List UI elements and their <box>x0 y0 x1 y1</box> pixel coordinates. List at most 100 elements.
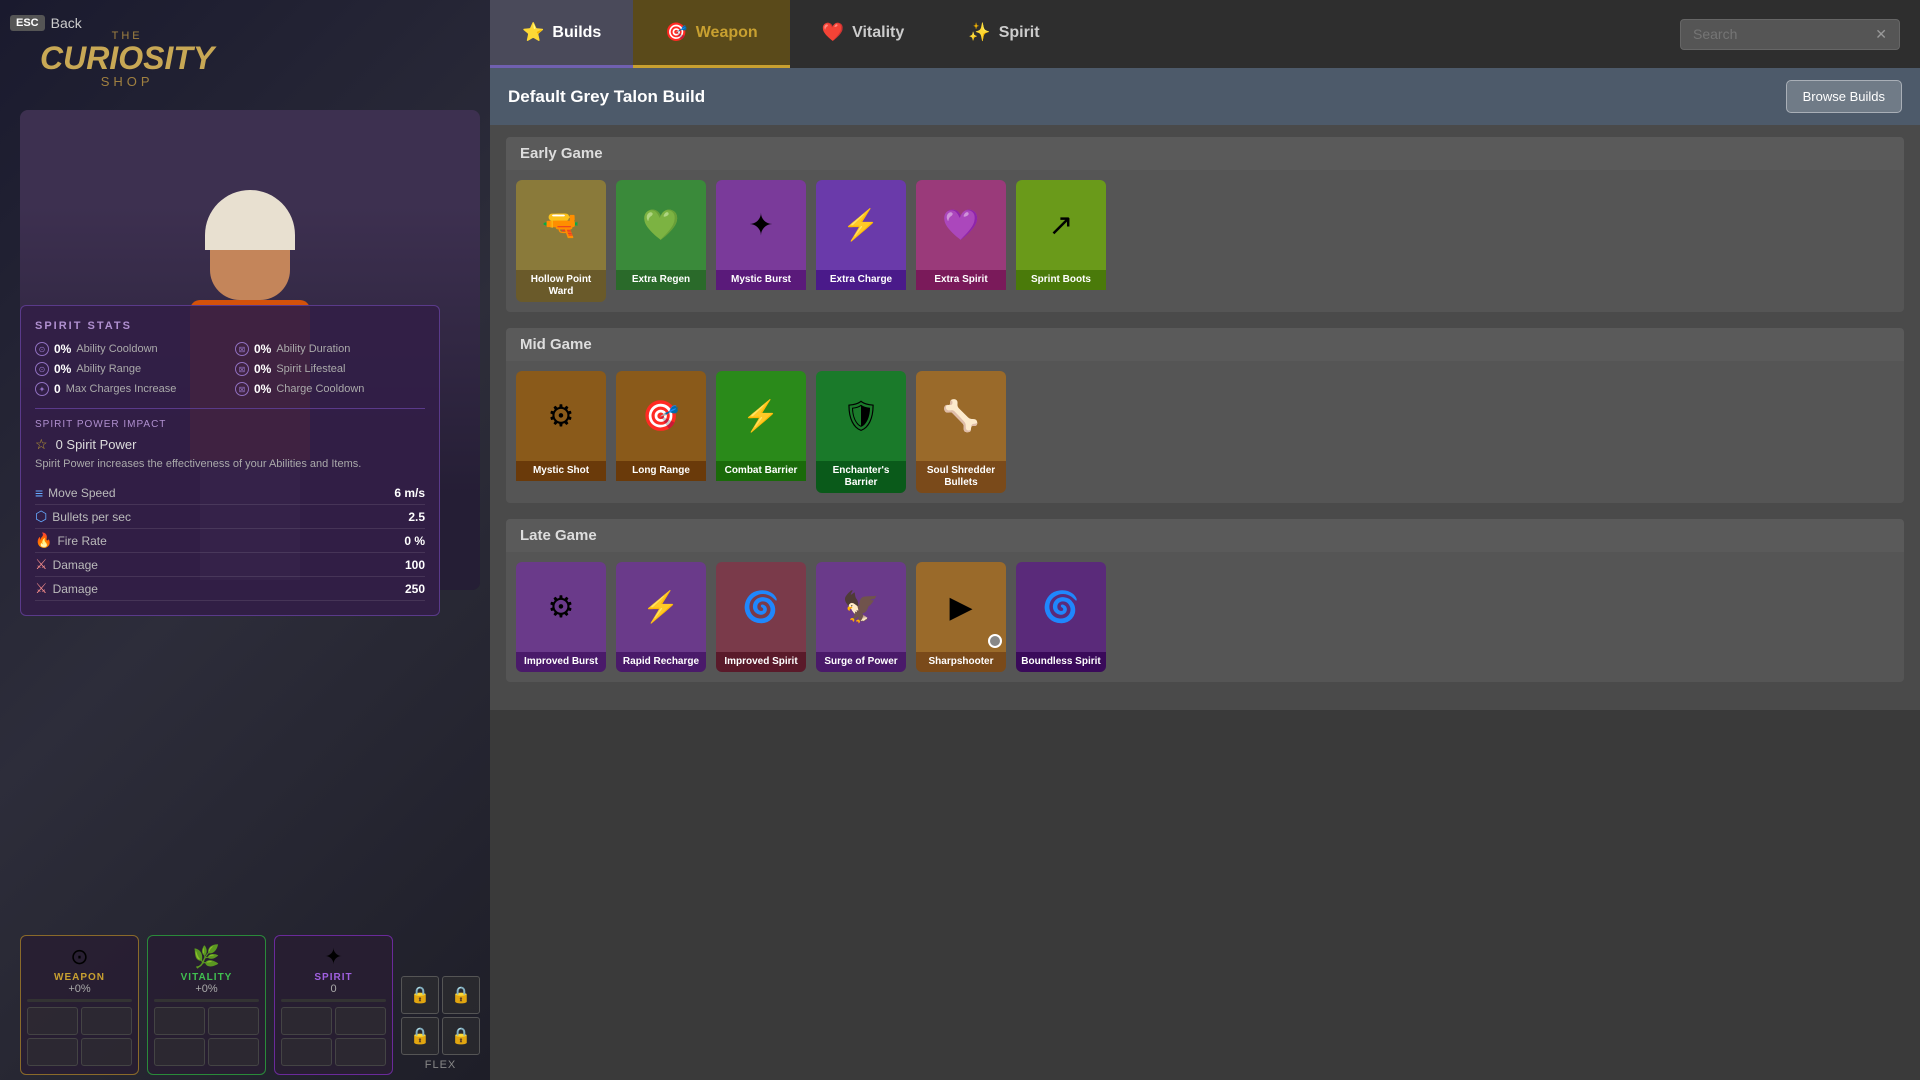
weapon-slots <box>27 1007 132 1066</box>
duration-icon: ⊠ <box>235 342 249 356</box>
mid-game-content: ⚙ Mystic Shot 🎯 Long Range ⚡ Combat <box>506 361 1904 503</box>
vitality-stat-box: 🌿 VITALITY +0% <box>147 935 266 1075</box>
spirit-power-desc: Spirit Power increases the effectiveness… <box>35 457 425 472</box>
vitality-label: VITALITY <box>154 972 259 983</box>
item-mystic-shot[interactable]: ⚙ Mystic Shot <box>516 371 606 493</box>
browse-builds-button[interactable]: Browse Builds <box>1786 80 1902 113</box>
item-extra-spirit[interactable]: 💜 Extra Spirit <box>916 180 1006 302</box>
mystic-burst-label: Mystic Burst <box>716 270 806 290</box>
flex-label: FLEX <box>425 1059 457 1071</box>
item-long-range[interactable]: 🎯 Long Range <box>616 371 706 493</box>
tab-builds[interactable]: ⭐ Builds <box>490 0 633 68</box>
early-game-header: Early Game <box>506 137 1904 170</box>
spirit-power-label: 0 Spirit Power <box>56 437 137 452</box>
rapid-recharge-label: Rapid Recharge <box>616 652 706 672</box>
item-hollow-point-ward[interactable]: 🔫 Hollow Point Ward <box>516 180 606 302</box>
combat-stats: ≡ Move Speed 6 m/s ⬡ Bullets per sec 2.5… <box>35 482 425 601</box>
item-rapid-recharge[interactable]: ⚡ Rapid Recharge <box>616 562 706 672</box>
bullets-value: 2.5 <box>408 510 425 524</box>
stat-charge-cooldown: ⊠ 0% Charge Cooldown <box>235 382 425 396</box>
lifesteal-value: 0% <box>254 362 271 376</box>
item-surge-of-power[interactable]: 🦅 Surge of Power <box>816 562 906 672</box>
flex-slots: 🔒 🔒 🔒 🔒 <box>401 976 480 1055</box>
improved-burst-icon: ⚙ <box>548 590 575 625</box>
stats-grid: ⊙ 0% Ability Cooldown ⊠ 0% Ability Durat… <box>35 342 425 396</box>
spirit-slot-4 <box>335 1038 386 1066</box>
stat-ability-duration: ⊠ 0% Ability Duration <box>235 342 425 356</box>
spirit-tab-icon: ✨ <box>968 22 990 43</box>
rapid-recharge-img: ⚡ <box>616 562 706 652</box>
item-sprint-boots[interactable]: ↗ Sprint Boots <box>1016 180 1106 302</box>
damage2-icon: ⚔ <box>35 580 48 597</box>
range-icon: ⊙ <box>35 362 49 376</box>
stat-ability-range: ⊙ 0% Ability Range <box>35 362 225 376</box>
stat-bullets-per-sec: ⬡ Bullets per sec 2.5 <box>35 505 425 529</box>
tab-spirit[interactable]: ✨ Spirit <box>936 0 1071 68</box>
item-combat-barrier[interactable]: ⚡ Combat Barrier <box>716 371 806 493</box>
item-boundless-spirit[interactable]: 🌀 Boundless Spirit <box>1016 562 1106 672</box>
item-mystic-burst[interactable]: ✦ Mystic Burst <box>716 180 806 302</box>
combat-barrier-label: Combat Barrier <box>716 461 806 481</box>
item-improved-spirit[interactable]: 🌀 Improved Spirit <box>716 562 806 672</box>
fire-rate-value: 0 % <box>404 534 425 548</box>
builds-tab-label: Builds <box>552 24 601 42</box>
extra-regen-label: Extra Regen <box>616 270 706 290</box>
enchanters-barrier-icon: 🛡 <box>842 399 880 434</box>
search-close-icon[interactable]: ✕ <box>1875 26 1887 43</box>
flex-slot-1: 🔒 <box>401 976 439 1014</box>
flex-area: 🔒 🔒 🔒 🔒 FLEX <box>401 935 480 1075</box>
extra-regen-img: 💚 <box>616 180 706 270</box>
spirit-val: 0 <box>281 983 386 995</box>
long-range-icon: 🎯 <box>642 399 679 434</box>
sprint-boots-icon: ↗ <box>1048 208 1073 243</box>
vitality-tab-label: Vitality <box>852 24 904 42</box>
weapon-slot-1 <box>27 1007 78 1035</box>
surge-of-power-icon: 🦅 <box>842 590 879 625</box>
hollow-point-icon: 🔫 <box>542 208 579 243</box>
build-header: Default Grey Talon Build Browse Builds <box>490 68 1920 125</box>
vitality-slot-3 <box>154 1038 205 1066</box>
bottom-stats: ⊙ WEAPON +0% 🌿 VITALITY +0% ✦ SPIRIT 0 <box>20 935 480 1075</box>
item-improved-burst[interactable]: ⚙ Improved Burst <box>516 562 606 672</box>
shop-logo: THE CURIOSITY SHOP <box>40 30 214 89</box>
move-speed-icon: ≡ <box>35 485 43 501</box>
vitality-slot-4 <box>208 1038 259 1066</box>
chargecool-icon: ⊠ <box>235 382 249 396</box>
item-sharpshooter[interactable]: ▶ Sharpshooter <box>916 562 1006 672</box>
charges-icon: ✦ <box>35 382 49 396</box>
tab-weapon[interactable]: 🎯 Weapon <box>633 0 789 68</box>
back-button[interactable]: ESC Back <box>10 15 82 31</box>
improved-spirit-label: Improved Spirit <box>716 652 806 672</box>
enchanters-barrier-img: 🛡 <box>816 371 906 461</box>
weapon-pct: +0% <box>27 983 132 995</box>
item-extra-charge[interactable]: ⚡ Extra Charge <box>816 180 906 302</box>
improved-burst-img: ⚙ <box>516 562 606 652</box>
lifesteal-icon: ⊠ <box>235 362 249 376</box>
search-box[interactable]: ✕ <box>1680 19 1900 50</box>
item-soul-shredder[interactable]: 🦴 Soul Shredder Bullets <box>916 371 1006 493</box>
stat-fire-rate: 🔥 Fire Rate 0 % <box>35 529 425 553</box>
tab-vitality[interactable]: ❤️ Vitality <box>790 0 937 68</box>
spirit-slot-2 <box>335 1007 386 1035</box>
extra-spirit-img: 💜 <box>916 180 1006 270</box>
build-content: Early Game 🔫 Hollow Point Ward 💚 Extra R… <box>490 125 1920 710</box>
chargecool-value: 0% <box>254 382 271 396</box>
item-enchanters-barrier[interactable]: 🛡 Enchanter's Barrier <box>816 371 906 493</box>
range-value: 0% <box>54 362 71 376</box>
bullets-icon: ⬡ <box>35 508 47 525</box>
mystic-burst-icon: ✦ <box>748 208 773 243</box>
item-extra-regen[interactable]: 💚 Extra Regen <box>616 180 706 302</box>
hollow-point-img: 🔫 <box>516 180 606 270</box>
stat-ability-cooldown: ⊙ 0% Ability Cooldown <box>35 342 225 356</box>
weapon-tab-icon: 🎯 <box>665 22 687 43</box>
stat-damage-2: ⚔ Damage 250 <box>35 577 425 601</box>
duration-value: 0% <box>254 342 271 356</box>
stat-spirit-lifesteal: ⊠ 0% Spirit Lifesteal <box>235 362 425 376</box>
cooldown-label: Ability Cooldown <box>76 343 157 355</box>
shop-curiosity: CURIOSITY <box>40 42 214 74</box>
spirit-label: SPIRIT <box>281 972 386 983</box>
spirit-slot-3 <box>281 1038 332 1066</box>
extra-charge-label: Extra Charge <box>816 270 906 290</box>
search-input[interactable] <box>1693 26 1875 42</box>
chargecool-label: Charge Cooldown <box>276 383 364 395</box>
